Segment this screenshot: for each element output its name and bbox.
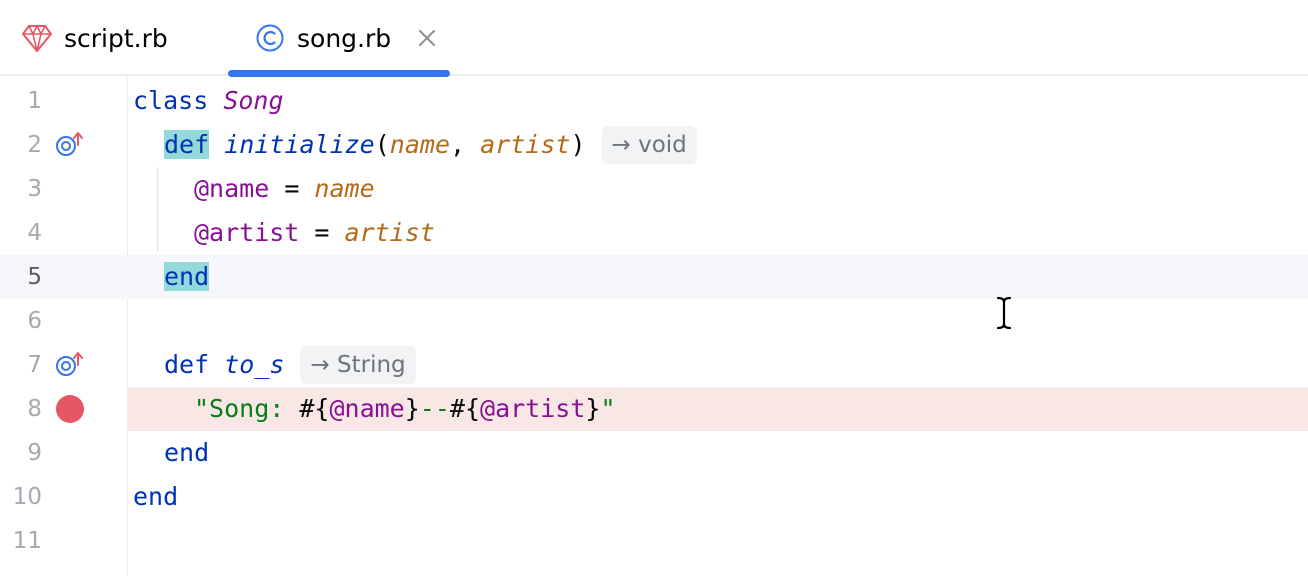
keyword-end: end xyxy=(164,438,210,467)
operator: = xyxy=(269,174,315,203)
code-line-breakpoint[interactable]: 8 "Song: #{@name}--#{@artist}" xyxy=(0,387,1308,431)
code-line[interactable]: 7 def to_s → String xyxy=(0,343,1308,387)
code-line[interactable]: 3 @name = name xyxy=(0,167,1308,211)
keyword-end: end xyxy=(133,482,179,511)
parameter: artist xyxy=(344,218,435,247)
overrides-method-icon[interactable] xyxy=(54,131,86,159)
string-literal: -- xyxy=(419,394,450,423)
code-text[interactable]: def initialize(name, artist) → void xyxy=(164,123,697,167)
paren: ) xyxy=(570,130,586,159)
text-cursor-ibeam-icon xyxy=(994,296,1014,330)
code-line[interactable]: 6 xyxy=(0,299,1308,343)
line-number[interactable]: 9 xyxy=(0,431,42,475)
keyword-end: end xyxy=(164,262,210,291)
code-line[interactable]: 9 end xyxy=(0,431,1308,475)
parameter: name xyxy=(314,174,375,203)
editor-tab-bar: script.rb song.rb xyxy=(0,0,1308,77)
code-text[interactable]: end xyxy=(133,475,178,519)
string-literal: "Song: xyxy=(194,394,300,423)
string-literal: " xyxy=(600,394,616,423)
instance-variable: @name xyxy=(329,394,405,423)
code-line[interactable]: 11 xyxy=(0,519,1308,563)
code-line[interactable]: 4 @artist = artist xyxy=(0,211,1308,255)
code-text[interactable]: @artist = artist xyxy=(194,211,435,255)
line-number[interactable]: 1 xyxy=(0,79,42,123)
close-icon[interactable] xyxy=(417,28,437,48)
line-number[interactable]: 3 xyxy=(0,167,42,211)
line-number[interactable]: 11 xyxy=(0,519,42,563)
code-line[interactable]: 2 def initialize(name, artist) → void xyxy=(0,123,1308,167)
return-type-inlay-hint[interactable]: → void xyxy=(601,126,697,164)
parameter: name xyxy=(389,130,451,159)
keyword-class: class xyxy=(133,86,209,115)
line-number[interactable]: 4 xyxy=(0,211,42,255)
code-text[interactable]: class Song xyxy=(133,79,284,123)
method-name: initialize xyxy=(224,130,375,159)
line-number[interactable]: 5 xyxy=(0,255,42,299)
paren: ( xyxy=(374,130,390,159)
code-text[interactable]: def to_s → String xyxy=(164,343,416,387)
breakpoint-icon[interactable] xyxy=(56,395,84,423)
interpolation-open: #{ xyxy=(449,394,481,423)
method-name: to_s xyxy=(224,350,285,379)
keyword-def: def xyxy=(164,130,210,159)
operator: = xyxy=(299,218,345,247)
line-number[interactable]: 8 xyxy=(0,387,42,431)
instance-variable: @artist xyxy=(480,394,586,423)
tab-label: song.rb xyxy=(297,23,392,53)
line-number[interactable]: 10 xyxy=(0,475,42,519)
code-line[interactable]: 10 end xyxy=(0,475,1308,519)
tab-song-rb[interactable]: song.rb xyxy=(253,0,437,76)
keyword-def: def xyxy=(164,350,210,379)
interpolation-close: } xyxy=(585,394,601,423)
code-line[interactable]: 1 class Song xyxy=(0,79,1308,123)
comma: , xyxy=(450,130,481,159)
code-line-current[interactable]: 5 end xyxy=(0,255,1308,299)
tab-label: script.rb xyxy=(64,23,168,53)
code-text[interactable]: end xyxy=(164,255,210,299)
instance-variable: @artist xyxy=(194,218,300,247)
interpolation-open: #{ xyxy=(299,394,330,423)
tab-script-rb[interactable]: script.rb xyxy=(20,0,168,76)
interpolation-close: } xyxy=(404,394,420,423)
line-number[interactable]: 6 xyxy=(0,299,42,343)
code-text[interactable]: end xyxy=(164,431,209,475)
instance-variable: @name xyxy=(194,174,270,203)
parameter: artist xyxy=(480,130,571,159)
line-number[interactable]: 2 xyxy=(0,123,42,167)
class-name: Song xyxy=(223,86,284,115)
line-number[interactable]: 7 xyxy=(0,343,42,387)
overrides-method-icon[interactable] xyxy=(54,351,86,379)
code-text[interactable]: @name = name xyxy=(194,167,375,211)
active-tab-indicator xyxy=(228,70,450,77)
return-type-inlay-hint[interactable]: → String xyxy=(300,346,416,384)
ruby-gem-icon xyxy=(20,21,54,55)
code-text[interactable]: "Song: #{@name}--#{@artist}" xyxy=(194,387,616,431)
class-c-icon xyxy=(253,21,287,55)
